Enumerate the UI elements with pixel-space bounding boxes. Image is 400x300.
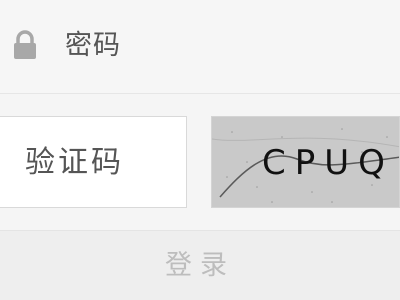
lock-icon — [11, 30, 39, 60]
captcha-input[interactable] — [0, 116, 187, 208]
captcha-code: CPUQ — [262, 143, 394, 183]
password-label: 密码 — [65, 30, 121, 61]
captcha-image[interactable]: CPUQ — [211, 116, 400, 208]
login-button[interactable]: 登录 — [0, 230, 400, 300]
password-field[interactable]: 密码 — [0, 0, 400, 94]
login-form: 密码 CPUQ 登录 — [0, 0, 400, 300]
